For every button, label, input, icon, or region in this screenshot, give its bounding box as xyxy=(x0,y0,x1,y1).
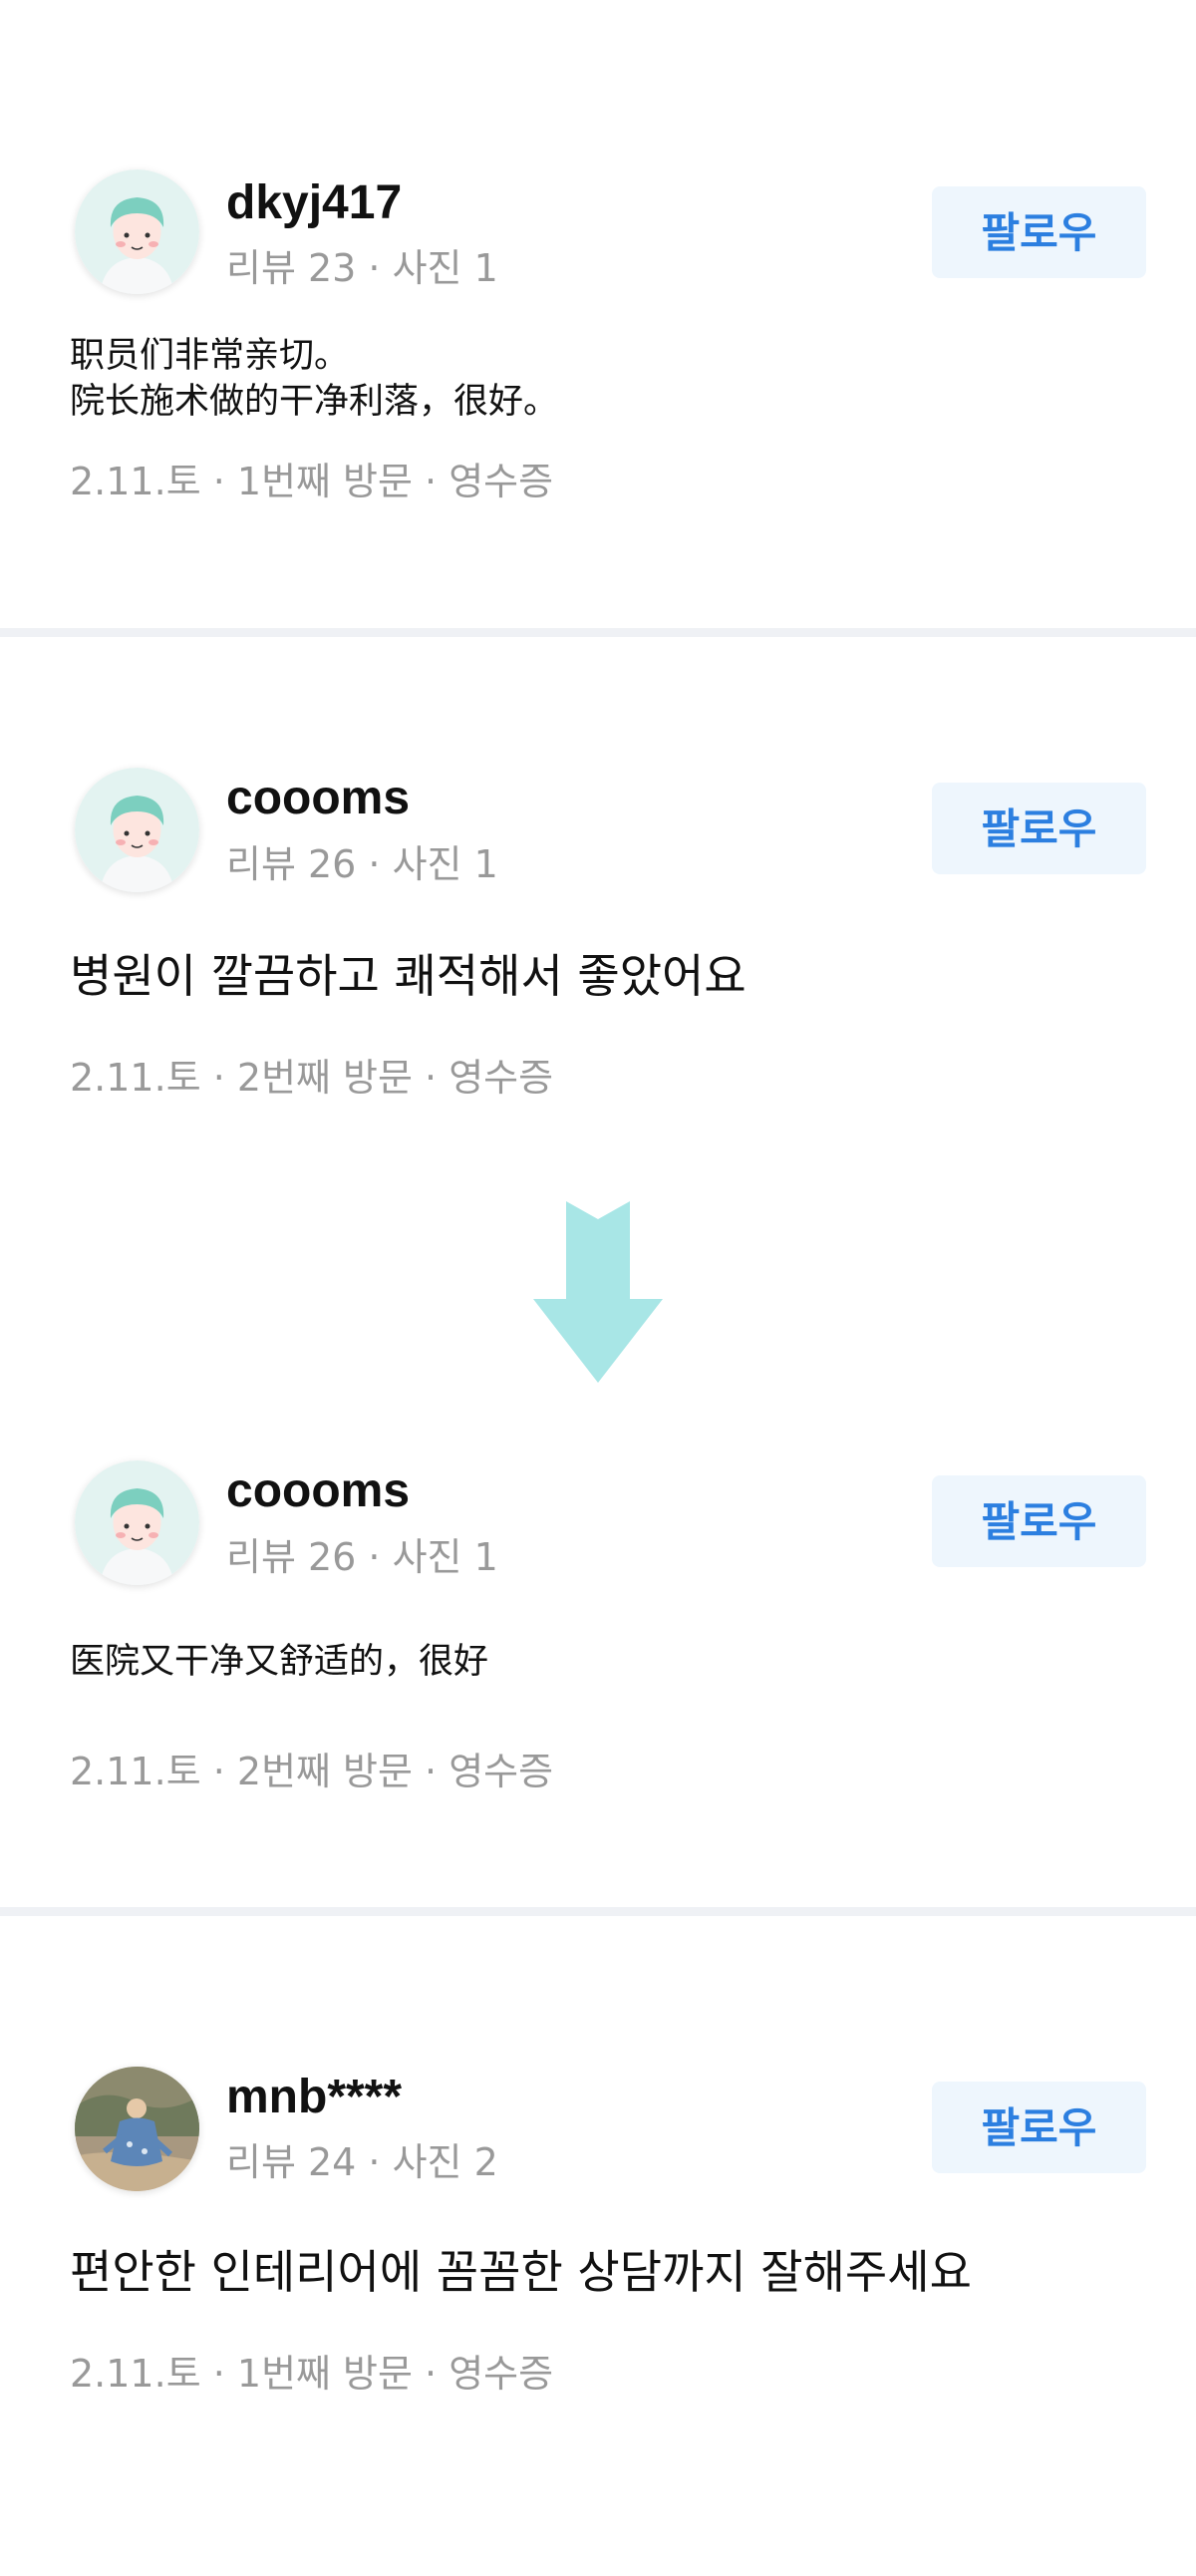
review-meta: 2.11.토 · 1번째 방문 · 영수증 xyxy=(70,2352,554,2396)
default-avatar-icon[interactable] xyxy=(75,768,199,892)
username[interactable]: coooms xyxy=(226,775,410,822)
review-text: 医院又干净又舒适的，很好 xyxy=(70,1642,489,1682)
user-stats: 리뷰 26 · 사진 1 xyxy=(226,1535,498,1579)
down-arrow-icon xyxy=(533,1201,663,1383)
review-meta: 2.11.토 · 2번째 방문 · 영수증 xyxy=(70,1750,554,1793)
follow-button[interactable]: 팔로우 xyxy=(932,1475,1146,1567)
review-text: 职员们非常亲切。 院长施术做的干净利落，很好。 xyxy=(70,336,559,422)
review-text: 병원이 깔끔하고 쾌적해서 좋았어요 xyxy=(70,949,747,1003)
username[interactable]: coooms xyxy=(226,1467,410,1515)
section-divider xyxy=(0,628,1196,637)
username[interactable]: mnb**** xyxy=(226,2074,402,2121)
review-meta: 2.11.토 · 1번째 방문 · 영수증 xyxy=(70,460,554,503)
default-avatar-icon[interactable] xyxy=(75,1460,199,1585)
review-text: 편안한 인테리어에 꼼꼼한 상담까지 잘해주세요 xyxy=(70,2245,972,2299)
photo-avatar[interactable] xyxy=(75,2067,199,2191)
section-divider xyxy=(0,1907,1196,1916)
follow-button[interactable]: 팔로우 xyxy=(932,186,1146,278)
follow-button[interactable]: 팔로우 xyxy=(932,783,1146,874)
user-stats: 리뷰 23 · 사진 1 xyxy=(226,246,498,290)
review-meta: 2.11.토 · 2번째 방문 · 영수증 xyxy=(70,1056,554,1100)
user-stats: 리뷰 26 · 사진 1 xyxy=(226,842,498,886)
username[interactable]: dkyj417 xyxy=(226,179,402,227)
user-stats: 리뷰 24 · 사진 2 xyxy=(226,2140,498,2184)
default-avatar-icon[interactable] xyxy=(75,169,199,294)
follow-button[interactable]: 팔로우 xyxy=(932,2082,1146,2173)
